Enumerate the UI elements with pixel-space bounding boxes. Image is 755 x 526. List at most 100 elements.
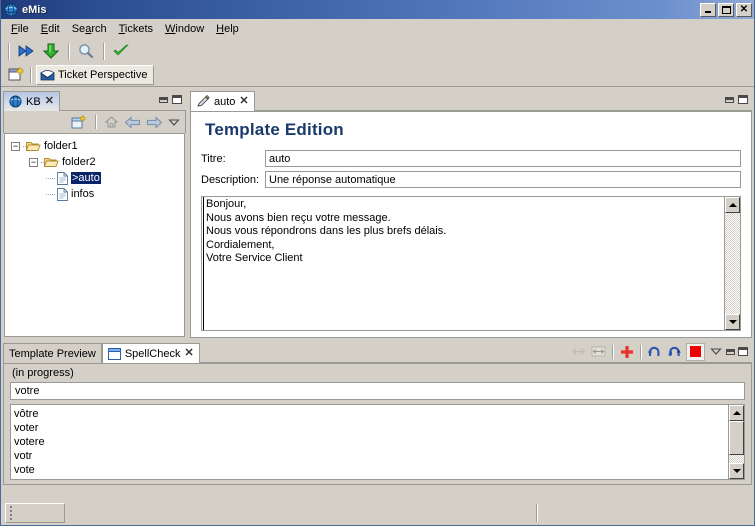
- close-icon[interactable]: ✕: [45, 96, 54, 107]
- maximize-button[interactable]: [718, 2, 734, 17]
- tab-spellcheck-label: SpellCheck: [124, 347, 181, 360]
- tab-template-preview[interactable]: Template Preview: [3, 343, 102, 363]
- stop-icon[interactable]: [686, 342, 705, 361]
- list-item[interactable]: vôtre: [14, 407, 725, 421]
- bottom-view-toolbar: [566, 342, 752, 363]
- scroll-track[interactable]: [729, 455, 744, 463]
- folder-icon: [43, 156, 59, 168]
- folder-icon: [25, 140, 41, 152]
- fast-forward-icon[interactable]: [14, 40, 38, 62]
- scroll-down-button[interactable]: [729, 463, 744, 479]
- back-arrow-icon[interactable]: [122, 113, 142, 131]
- editor-form: Template Edition Titre: Description: Bon…: [190, 111, 752, 338]
- close-icon[interactable]: ✕: [184, 348, 193, 359]
- kb-tab-filler: [59, 91, 155, 111]
- suggestions-vscrollbar[interactable]: [728, 405, 744, 479]
- tree-node-label: folder2: [62, 156, 96, 168]
- search-magnifier-icon[interactable]: [74, 40, 98, 62]
- menu-edit[interactable]: Edit: [35, 21, 66, 37]
- window-titlebar: eMis ✕: [1, 0, 754, 19]
- bottom-view-tabrow: Template Preview SpellCheck ✕: [3, 342, 752, 363]
- arrow-down-icon: [728, 320, 737, 324]
- template-body-wrapper: Bonjour, Nous avons bien reçu votre mess…: [201, 196, 741, 331]
- pencil-icon: [196, 95, 210, 108]
- window-title: eMis: [22, 3, 47, 16]
- menubar: File Edit Search Tickets Window Help: [1, 19, 754, 38]
- tree-line: ·····: [45, 173, 56, 183]
- menu-help[interactable]: Help: [210, 21, 245, 37]
- scroll-track[interactable]: [725, 213, 740, 314]
- list-item[interactable]: voter: [14, 421, 725, 435]
- kb-tree[interactable]: − ·· folder1 − ·· folder2 ····· >auto ··…: [4, 133, 185, 337]
- page-title: Template Edition: [205, 120, 344, 139]
- forward-arrow-icon[interactable]: [144, 113, 164, 131]
- bottom-toolbar-separator: [612, 344, 613, 359]
- form-row-description: Description:: [201, 171, 741, 188]
- kb-view-tabrow: KB ✕: [3, 90, 186, 111]
- tab-spellcheck[interactable]: SpellCheck ✕: [101, 343, 200, 363]
- check-mark-icon[interactable]: [109, 40, 133, 62]
- top-row: KB ✕ − ·· folder1 − ·· folder2 ····· >au…: [3, 90, 752, 338]
- form-row-titre: Titre:: [201, 150, 741, 167]
- titre-field[interactable]: [265, 150, 741, 167]
- spellcheck-word-input[interactable]: [10, 382, 745, 400]
- tree-node-folder2[interactable]: − ·· folder2: [5, 154, 184, 170]
- close-icon: ✕: [739, 3, 749, 15]
- status-right-area: [537, 503, 752, 523]
- view-menu-icon[interactable]: [166, 113, 182, 131]
- close-button[interactable]: ✕: [736, 2, 752, 17]
- description-field[interactable]: [265, 171, 741, 188]
- expand-collapse-icon[interactable]: −: [29, 157, 38, 167]
- list-item[interactable]: votr: [14, 449, 725, 463]
- toolbar-separator: [103, 42, 104, 60]
- undo-icon[interactable]: [646, 343, 663, 360]
- minimize-button[interactable]: [700, 2, 716, 17]
- close-icon[interactable]: ✕: [239, 96, 248, 107]
- perspective-tab-ticket[interactable]: Ticket Perspective: [36, 65, 155, 85]
- prev-occurrence-icon: [570, 343, 587, 360]
- template-body-text[interactable]: Bonjour, Nous avons bien reçu votre mess…: [203, 197, 724, 330]
- globe-icon: [9, 95, 22, 108]
- menu-file[interactable]: File: [5, 21, 35, 37]
- tab-editor-auto[interactable]: auto ✕: [190, 91, 255, 111]
- menu-window[interactable]: Window: [159, 21, 210, 37]
- maximize-icon[interactable]: [738, 95, 748, 104]
- envelope-icon: [40, 69, 55, 81]
- menu-tickets[interactable]: Tickets: [113, 21, 159, 37]
- maximize-icon[interactable]: [172, 95, 182, 104]
- list-item[interactable]: votere: [14, 435, 725, 449]
- redo-icon[interactable]: [666, 343, 683, 360]
- minimize-icon[interactable]: [159, 96, 168, 103]
- file-icon: [57, 171, 68, 185]
- spellcheck-suggestions-list[interactable]: vôtre voter votere votr vote: [11, 405, 728, 479]
- tree-node-folder1[interactable]: − ·· folder1: [5, 138, 184, 154]
- scroll-down-button[interactable]: [725, 314, 740, 330]
- status-message-area: [65, 503, 536, 523]
- titre-label: Titre:: [201, 152, 226, 165]
- tree-node-infos[interactable]: ····· infos: [5, 186, 184, 202]
- template-body-vscrollbar[interactable]: [724, 197, 740, 330]
- tab-kb-label: KB: [26, 95, 41, 108]
- scroll-thumb[interactable]: [729, 421, 744, 455]
- next-occurrence-icon: [590, 343, 607, 360]
- scroll-up-button[interactable]: [729, 405, 744, 421]
- download-arrow-icon[interactable]: [39, 40, 63, 62]
- maximize-icon[interactable]: [738, 347, 748, 356]
- list-item[interactable]: vote: [14, 463, 725, 477]
- open-perspective-icon[interactable]: [5, 64, 27, 86]
- spellcheck-status: (in progress): [12, 367, 74, 379]
- menu-search[interactable]: Search: [66, 21, 113, 37]
- expand-collapse-icon[interactable]: −: [11, 141, 20, 151]
- view-menu-icon[interactable]: [708, 343, 723, 360]
- scroll-up-button[interactable]: [725, 197, 740, 213]
- minimize-icon[interactable]: [726, 348, 735, 355]
- new-folder-icon[interactable]: [69, 113, 89, 131]
- home-icon[interactable]: [102, 113, 120, 131]
- add-icon[interactable]: [618, 343, 635, 360]
- perspective-tab-label: Ticket Perspective: [58, 69, 148, 81]
- tab-kb[interactable]: KB ✕: [3, 91, 60, 111]
- minimize-icon[interactable]: [725, 96, 734, 103]
- window-controls: ✕: [700, 2, 752, 17]
- tree-node-auto[interactable]: ····· >auto: [5, 170, 184, 186]
- main-toolbar: [1, 38, 754, 64]
